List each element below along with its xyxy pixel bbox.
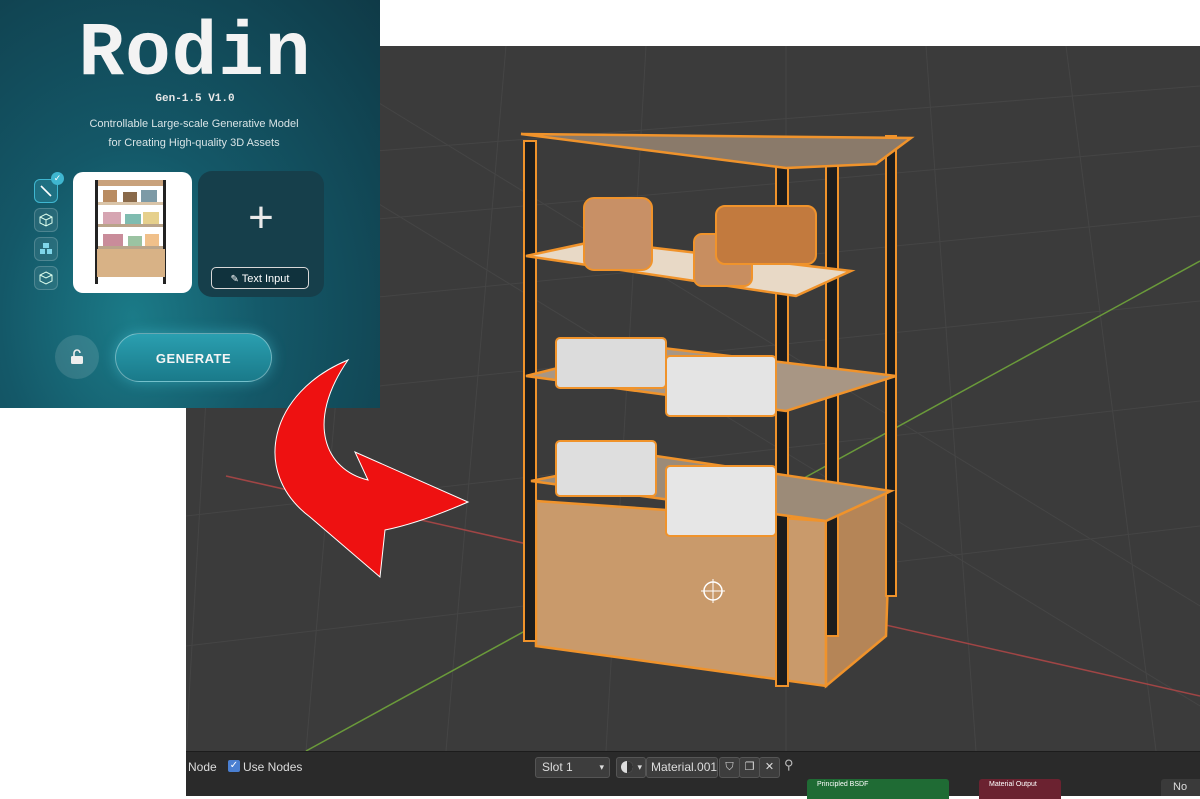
- brush-icon: [40, 185, 52, 197]
- cube-tool-button[interactable]: [34, 208, 58, 232]
- rodin-panel: Rodin Gen-1.5 V1.0 Controllable Large-sc…: [0, 0, 380, 408]
- principled-bsdf-node[interactable]: Principled BSDF: [807, 779, 949, 799]
- fake-user-icon[interactable]: ⛉: [719, 757, 740, 778]
- material-output-label: Material Output: [989, 781, 1037, 788]
- slot-value: Slot 1: [542, 760, 573, 774]
- material-browse-button[interactable]: ▾: [616, 757, 646, 778]
- lock-button[interactable]: [55, 335, 99, 379]
- chevron-down-icon: ▾: [599, 762, 604, 772]
- pin-icon[interactable]: ⚲: [784, 757, 794, 773]
- principled-bsdf-label: Principled BSDF: [817, 781, 869, 788]
- stacked-cubes-icon: [40, 243, 52, 254]
- add-icon[interactable]: +: [198, 193, 324, 243]
- version-label: Gen-1.5 V1.0: [155, 93, 235, 105]
- stacked-cubes-tool-button[interactable]: [34, 237, 58, 261]
- use-nodes-label: Use Nodes: [243, 760, 303, 774]
- material-output-node[interactable]: Material Output: [979, 779, 1061, 799]
- cube-outline-tool-button[interactable]: [34, 266, 58, 290]
- slot-dropdown[interactable]: Slot 1 ▾: [535, 757, 610, 778]
- tagline-line-2: for Creating High-quality 3D Assets: [108, 137, 280, 149]
- text-input-button[interactable]: ✎ Text Input: [211, 267, 309, 289]
- app-title: Rodin: [78, 11, 312, 97]
- unlock-icon: [71, 349, 83, 364]
- chevron-down-icon: ▾: [637, 762, 642, 772]
- reference-image-thumbnail[interactable]: [73, 172, 192, 293]
- check-badge-icon: ✓: [51, 172, 64, 185]
- text-prompt-card[interactable]: + ✎ Text Input: [198, 171, 324, 297]
- shelf-model[interactable]: [520, 132, 915, 689]
- use-nodes-checkbox[interactable]: ✓: [228, 760, 240, 772]
- sidebar-tab[interactable]: No: [1161, 779, 1200, 796]
- material-name: Material.001: [651, 760, 718, 774]
- duplicate-material-icon[interactable]: ❐: [739, 757, 760, 778]
- node-menu-label[interactable]: Node: [188, 760, 217, 774]
- text-input-label: Text Input: [241, 273, 290, 285]
- sidebar-tab-label: No: [1173, 781, 1188, 793]
- material-sphere-icon: [621, 761, 633, 773]
- node-editor-header: Node ✓ Use Nodes Slot 1 ▾ ▾ Material.001…: [186, 751, 1200, 799]
- material-name-field[interactable]: Material.001: [646, 757, 718, 778]
- magic-wand-icon: ✎: [230, 274, 239, 285]
- cube-outline-icon: [39, 271, 53, 285]
- generate-button[interactable]: GENERATE: [115, 333, 272, 382]
- cube-icon: [39, 213, 53, 227]
- red-curved-arrow: [274, 358, 470, 578]
- shelf-thumbnail-image: [95, 180, 166, 284]
- unlink-material-icon[interactable]: ✕: [759, 757, 780, 778]
- tagline-line-1: Controllable Large-scale Generative Mode…: [89, 118, 299, 130]
